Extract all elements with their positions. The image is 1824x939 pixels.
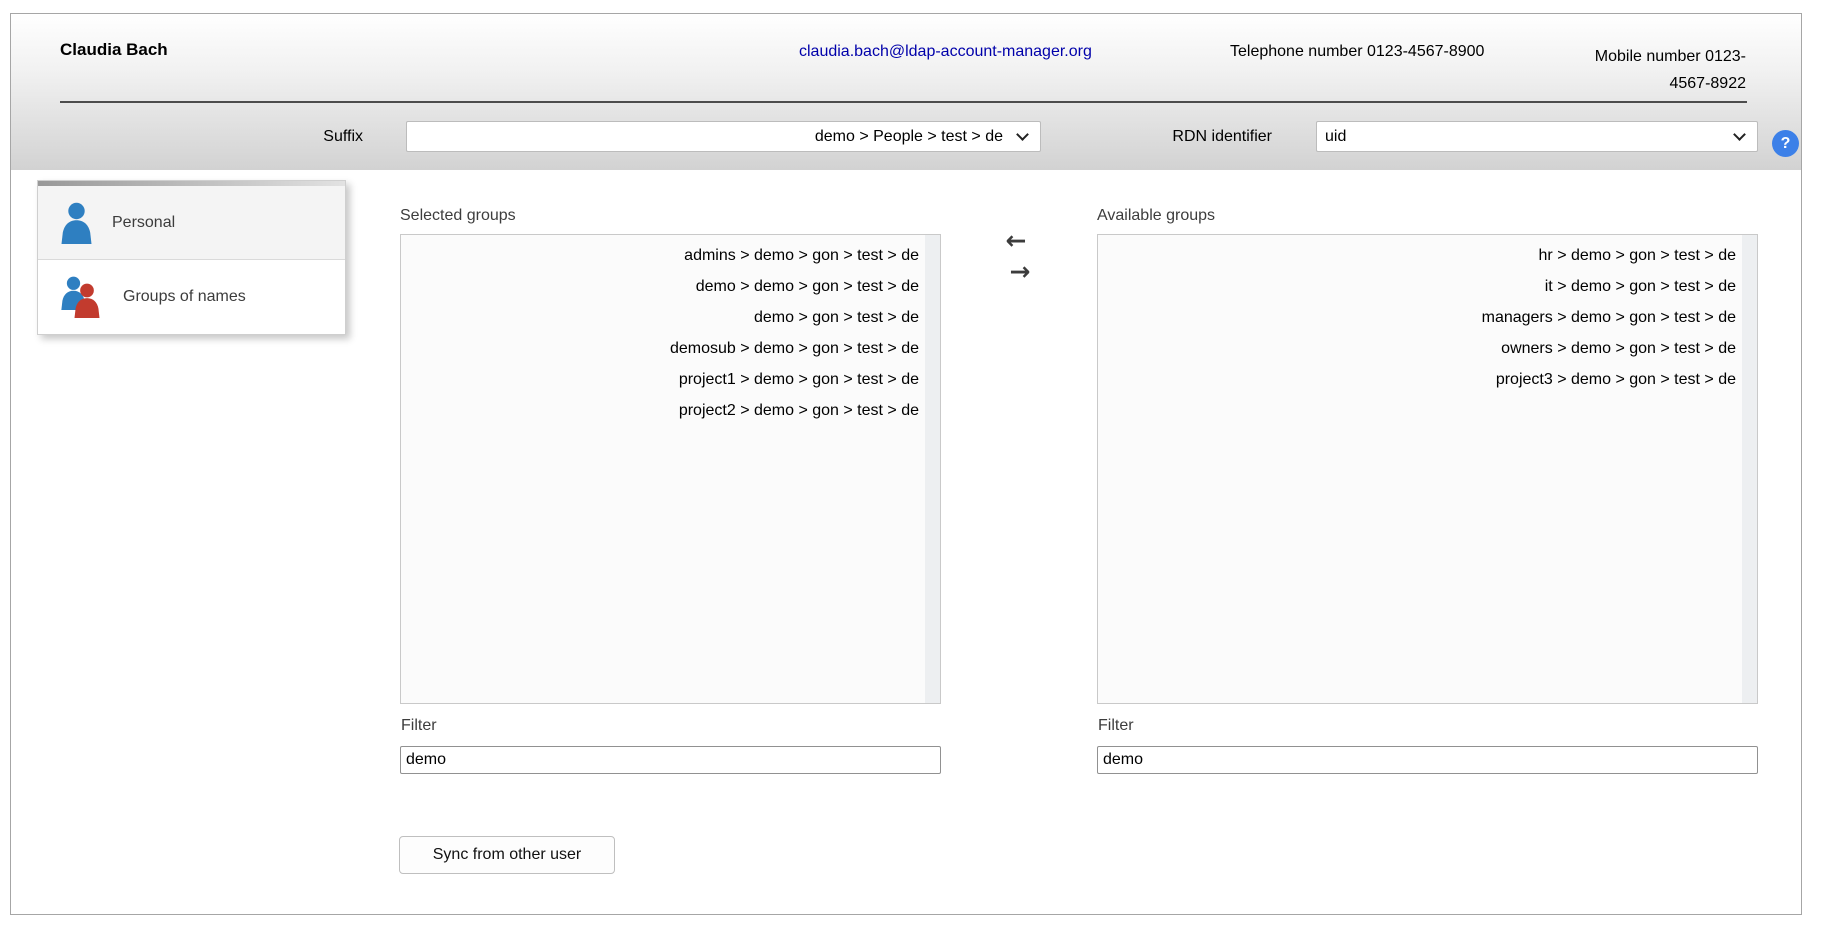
selected-groups-listbox[interactable]: admins > demo > gon > test > dedemo > de…: [400, 234, 941, 704]
sync-from-other-user-button[interactable]: Sync from other user: [399, 836, 615, 874]
selected-groups-list: admins > demo > gon > test > dedemo > de…: [401, 235, 940, 426]
available-filter-input[interactable]: [1097, 746, 1758, 774]
telephone-label: Telephone number: [1230, 43, 1363, 60]
available-groups-listbox[interactable]: hr > demo > gon > test > deit > demo > g…: [1097, 234, 1758, 704]
rdn-identifier-select[interactable]: uid: [1316, 121, 1758, 152]
tab-personal-label: Personal: [112, 214, 175, 232]
tab-groups-label: Groups of names: [123, 288, 246, 306]
mobile-label: Mobile number: [1595, 48, 1701, 65]
move-to-available-button[interactable]: →: [1000, 257, 1040, 289]
telephone-value: 0123-4567-8900: [1367, 43, 1484, 60]
page-title: Claudia Bach: [60, 40, 168, 60]
move-to-selected-button[interactable]: ←: [996, 226, 1036, 258]
group-option[interactable]: demo > demo > gon > test > de: [401, 271, 919, 302]
account-editor-page: Claudia Bach claudia.bach@ldap-account-m…: [10, 13, 1802, 915]
group-option[interactable]: managers > demo > gon > test > de: [1098, 302, 1736, 333]
rdn-select-value: uid: [1325, 128, 1346, 146]
suffix-label: Suffix: [241, 121, 363, 152]
suffix-select-value: demo > People > test > de: [815, 128, 1003, 146]
header-divider: [60, 101, 1747, 103]
group-option[interactable]: project1 > demo > gon > test > de: [401, 364, 919, 395]
scrollbar-track[interactable]: [925, 235, 940, 703]
chevron-down-icon: [1733, 128, 1746, 141]
group-option[interactable]: admins > demo > gon > test > de: [401, 240, 919, 271]
available-groups-label: Available groups: [1097, 207, 1215, 225]
email-link[interactable]: claudia.bach@ldap-account-manager.org: [799, 43, 1092, 61]
suffix-select[interactable]: demo > People > test > de: [406, 121, 1041, 152]
module-tabs: Personal Groups of names: [37, 180, 346, 335]
selected-groups-label: Selected groups: [400, 207, 516, 225]
group-option[interactable]: demo > gon > test > de: [401, 302, 919, 333]
available-filter-label: Filter: [1098, 717, 1134, 735]
scrollbar-track[interactable]: [1742, 235, 1757, 703]
user-icon: [60, 202, 93, 244]
selected-filter-label: Filter: [401, 717, 437, 735]
group-option[interactable]: project3 > demo > gon > test > de: [1098, 364, 1736, 395]
tab-personal[interactable]: Personal: [38, 186, 345, 260]
users-icon: [60, 276, 104, 318]
telephone-number: Telephone number 0123-4567-8900: [1230, 43, 1484, 61]
selected-filter-input[interactable]: [400, 746, 941, 774]
mobile-number: Mobile number 0123-4567-8922: [1586, 43, 1746, 97]
tab-groups-of-names[interactable]: Groups of names: [38, 260, 345, 334]
chevron-down-icon: [1016, 128, 1029, 141]
group-option[interactable]: owners > demo > gon > test > de: [1098, 333, 1736, 364]
account-header: Claudia Bach claudia.bach@ldap-account-m…: [11, 14, 1801, 170]
help-icon[interactable]: ?: [1772, 130, 1799, 157]
group-option[interactable]: project2 > demo > gon > test > de: [401, 395, 919, 426]
group-option[interactable]: it > demo > gon > test > de: [1098, 271, 1736, 302]
group-option[interactable]: demosub > demo > gon > test > de: [401, 333, 919, 364]
available-groups-list: hr > demo > gon > test > deit > demo > g…: [1098, 235, 1757, 395]
rdn-identifier-label: RDN identifier: [1127, 121, 1272, 152]
group-option[interactable]: hr > demo > gon > test > de: [1098, 240, 1736, 271]
